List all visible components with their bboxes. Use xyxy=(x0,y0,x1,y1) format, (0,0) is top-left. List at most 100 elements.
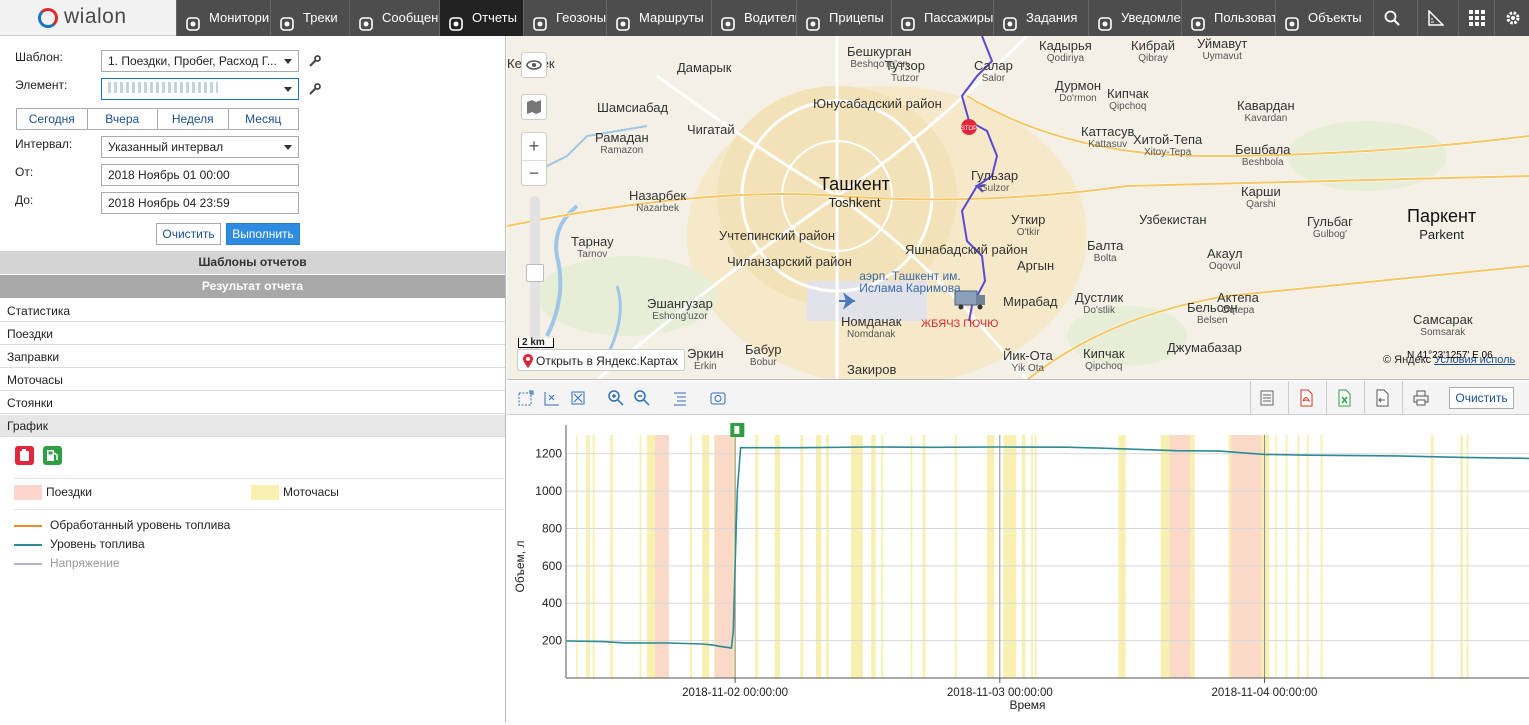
map-place-label: Бельсен Belsen xyxy=(1187,300,1238,326)
nav-label: Маршруты xyxy=(639,10,704,25)
measure-tool-icon[interactable] xyxy=(1417,0,1453,36)
result-item-parkings[interactable]: Стоянки xyxy=(0,392,505,414)
result-item-engine-hours[interactable]: Моточасы xyxy=(0,369,505,391)
nav-reports[interactable]: Отчеты xyxy=(439,0,523,36)
nav-drivers[interactable]: Водители xyxy=(711,0,796,36)
map-place-label: Каттасув Kattasuv xyxy=(1081,124,1134,150)
nav-routes[interactable]: Маршруты xyxy=(606,0,711,36)
settings-gear-icon[interactable] xyxy=(1494,0,1529,36)
refuel-event-icon[interactable] xyxy=(730,423,745,437)
clear-button[interactable]: Очистить xyxy=(156,223,221,245)
fit-zoom-icon[interactable] xyxy=(569,389,587,407)
result-item-trips[interactable]: Поездки xyxy=(0,323,505,345)
element-select[interactable] xyxy=(101,78,299,100)
eye-layers-icon[interactable] xyxy=(521,52,547,78)
map-type-icon[interactable] xyxy=(521,94,547,120)
period-week-button[interactable]: Неделя xyxy=(157,109,228,129)
export-excel-icon[interactable] xyxy=(1335,389,1353,407)
to-date-input[interactable]: 2018 Ноябрь 04 23:59 xyxy=(101,192,299,214)
fuel-level-legend-label[interactable]: Уровень топлива xyxy=(50,537,145,551)
period-today-button[interactable]: Сегодня xyxy=(17,109,87,129)
fuel-level-series-line[interactable] xyxy=(565,446,1529,650)
from-date-input[interactable]: 2018 Ноябрь 01 00:00 xyxy=(101,164,299,186)
processed-fuel-legend-label[interactable]: Обработанный уровень топлива xyxy=(50,518,230,532)
place-name-ru: Каттасув xyxy=(1081,124,1135,139)
result-item-chart[interactable]: График xyxy=(0,415,505,437)
wrench-icon[interactable] xyxy=(309,83,321,95)
nav-monitoring[interactable]: Мониторинг xyxy=(176,0,270,36)
wrench-icon[interactable] xyxy=(309,55,321,67)
period-month-button[interactable]: Месяц xyxy=(227,109,299,129)
wialon-logo[interactable]: wialon xyxy=(0,0,176,36)
zoom-out-button[interactable]: − xyxy=(522,160,546,187)
place-name-ru: Кавардан xyxy=(1237,98,1295,113)
nav-passengers[interactable]: Пассажиры xyxy=(891,0,993,36)
report-table-icon[interactable] xyxy=(1258,389,1276,407)
zoom-in-icon[interactable] xyxy=(607,389,625,407)
zoom-in-button[interactable]: + xyxy=(522,133,546,159)
search-icon[interactable] xyxy=(1373,0,1409,36)
place-name-ru: Ташкент xyxy=(819,174,890,194)
fuel-pump-icon[interactable] xyxy=(43,446,62,465)
period-yesterday-button[interactable]: Вчера xyxy=(86,109,158,129)
map-place-label: Чиланзарский район xyxy=(727,254,852,269)
nav-geofences[interactable]: Геозоны xyxy=(523,0,606,36)
logo-ring-icon xyxy=(38,8,58,28)
report-panel: Шаблон: 1. Поездки, Пробег, Расход Г... … xyxy=(0,36,506,722)
place-name-uz: Do'rmon xyxy=(1059,93,1097,104)
box-zoom-icon[interactable] xyxy=(517,389,535,407)
messages-icon xyxy=(358,10,374,31)
print-icon[interactable] xyxy=(1412,389,1430,407)
voltage-legend-label[interactable]: Напряжение xyxy=(50,556,120,570)
engine-hours-interval xyxy=(1031,435,1033,678)
fuel-chart[interactable]: 200 400 600 800 1000 1200 2018-11-02 00:00:00 2… xyxy=(507,415,1529,722)
fuel-canister-icon[interactable] xyxy=(15,446,34,465)
fuel-level-line-swatch[interactable] xyxy=(14,544,42,546)
export-pdf-icon[interactable] xyxy=(1297,389,1315,407)
zoom-out-icon[interactable] xyxy=(633,389,651,407)
result-item-statistics[interactable]: Статистика xyxy=(0,300,505,322)
processed-fuel-line-swatch[interactable] xyxy=(14,525,42,527)
engine-hours-interval xyxy=(871,435,876,678)
legend-list-icon[interactable] xyxy=(671,389,689,407)
nav-messages[interactable]: Сообщения xyxy=(349,0,439,36)
place-name-ru: Самсарак xyxy=(1413,312,1473,327)
interval-select[interactable]: Указанный интервал xyxy=(101,136,299,158)
apps-grid-icon[interactable] xyxy=(1458,0,1494,36)
y-tick-label: 600 xyxy=(542,559,562,573)
to-label: До: xyxy=(15,193,34,207)
result-item-fillings[interactable]: Заправки xyxy=(0,346,505,368)
place-name-ru: Бешкурган xyxy=(847,44,912,59)
map-place-label: Чигатай xyxy=(687,122,735,137)
nav-notifications[interactable]: Уведомления xyxy=(1088,0,1181,36)
screenshot-icon[interactable] xyxy=(709,389,727,407)
engine-hours-interval xyxy=(639,435,642,678)
chart-clear-button[interactable]: Очистить xyxy=(1449,387,1514,409)
place-name-uz: Erkin xyxy=(693,361,717,372)
place-name-ru: Кипчак xyxy=(1107,86,1149,101)
x-zoom-icon[interactable] xyxy=(543,389,561,407)
template-select[interactable]: 1. Поездки, Пробег, Расход Г... xyxy=(101,50,299,72)
map-place-label: Гульзар Gulzor xyxy=(971,168,1018,194)
chevron-down-icon xyxy=(284,145,292,150)
map-scale: 2 km xyxy=(518,338,554,348)
nav-tasks[interactable]: Задания xyxy=(993,0,1088,36)
execute-button[interactable]: Выполнить xyxy=(226,223,300,245)
map-place-label: Бешбала Beshbola xyxy=(1235,142,1290,168)
map-view[interactable]: STOP ЖБЯЧЗ ГЮЧЮ Ташкент Toshkent Кибрай Qib… xyxy=(507,36,1529,380)
fuel-chart-svg[interactable]: 200 400 600 800 1000 1200 2018-11-02 00:00:00 2… xyxy=(507,415,1529,722)
zoom-slider-handle[interactable] xyxy=(526,264,544,282)
nav-tracks[interactable]: Треки xyxy=(270,0,349,36)
alarm-icon xyxy=(1097,10,1113,31)
report-result-header[interactable]: Результат отчета xyxy=(0,275,505,298)
report-templates-header[interactable]: Шаблоны отчетов xyxy=(0,251,505,274)
export-file-icon[interactable] xyxy=(1373,389,1391,407)
nav-units[interactable]: Объекты xyxy=(1275,0,1373,36)
map-place-label: Дустлик Do'stlik xyxy=(1075,290,1123,316)
nav-users[interactable]: Пользователи xyxy=(1181,0,1275,36)
engine-hours-area-swatch xyxy=(251,485,279,500)
open-yandex-maps-link[interactable]: Открыть в Яндекс.Картах xyxy=(517,349,685,371)
steering-wheel-icon xyxy=(720,10,736,31)
nav-trailers[interactable]: Прицепы xyxy=(796,0,891,36)
voltage-line-swatch[interactable] xyxy=(14,563,42,565)
